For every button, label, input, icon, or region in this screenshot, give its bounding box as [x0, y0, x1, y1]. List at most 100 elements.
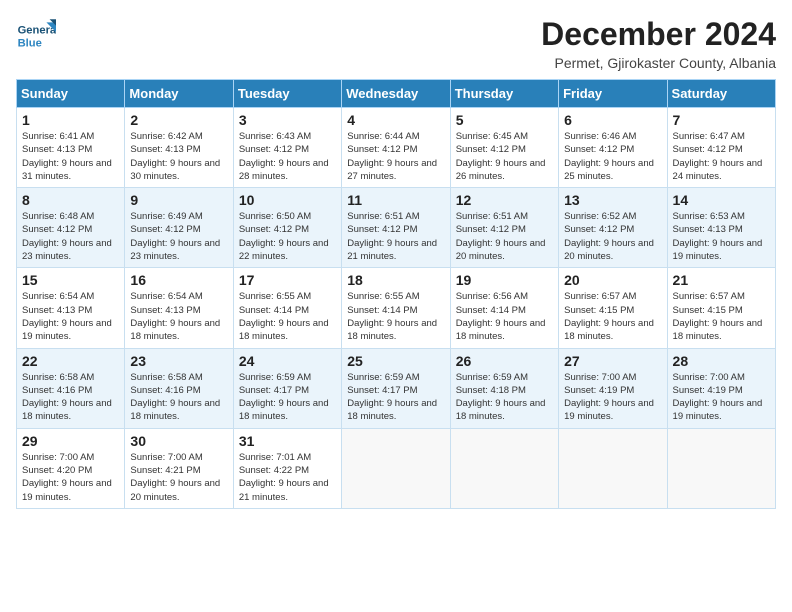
day-info: Sunrise: 6:58 AMSunset: 4:16 PMDaylight:… — [130, 372, 220, 423]
day-info: Sunrise: 6:59 AMSunset: 4:17 PMDaylight:… — [239, 372, 329, 423]
day-info: Sunrise: 6:46 AMSunset: 4:12 PMDaylight:… — [564, 131, 654, 182]
day-cell-10: 10 Sunrise: 6:50 AMSunset: 4:12 PMDaylig… — [233, 188, 341, 268]
day-info: Sunrise: 6:55 AMSunset: 4:14 PMDaylight:… — [347, 291, 437, 342]
day-cell-9: 9 Sunrise: 6:49 AMSunset: 4:12 PMDayligh… — [125, 188, 233, 268]
day-info: Sunrise: 7:01 AMSunset: 4:22 PMDaylight:… — [239, 452, 329, 503]
day-number: 21 — [673, 272, 770, 288]
day-number: 9 — [130, 192, 227, 208]
day-cell-21: 21 Sunrise: 6:57 AMSunset: 4:15 PMDaylig… — [667, 268, 775, 348]
day-info: Sunrise: 7:00 AMSunset: 4:21 PMDaylight:… — [130, 452, 220, 503]
day-info: Sunrise: 7:00 AMSunset: 4:19 PMDaylight:… — [564, 372, 654, 423]
day-info: Sunrise: 6:59 AMSunset: 4:17 PMDaylight:… — [347, 372, 437, 423]
day-number: 12 — [456, 192, 553, 208]
day-info: Sunrise: 6:41 AMSunset: 4:13 PMDaylight:… — [22, 131, 112, 182]
day-number: 2 — [130, 112, 227, 128]
day-info: Sunrise: 6:48 AMSunset: 4:12 PMDaylight:… — [22, 211, 112, 262]
empty-cell — [450, 428, 558, 508]
day-info: Sunrise: 7:00 AMSunset: 4:19 PMDaylight:… — [673, 372, 763, 423]
day-number: 4 — [347, 112, 444, 128]
day-cell-8: 8 Sunrise: 6:48 AMSunset: 4:12 PMDayligh… — [17, 188, 125, 268]
day-cell-7: 7 Sunrise: 6:47 AMSunset: 4:12 PMDayligh… — [667, 108, 775, 188]
day-info: Sunrise: 6:57 AMSunset: 4:15 PMDaylight:… — [673, 291, 763, 342]
day-info: Sunrise: 6:47 AMSunset: 4:12 PMDaylight:… — [673, 131, 763, 182]
day-cell-30: 30 Sunrise: 7:00 AMSunset: 4:21 PMDaylig… — [125, 428, 233, 508]
col-wednesday: Wednesday — [342, 80, 450, 108]
day-cell-3: 3 Sunrise: 6:43 AMSunset: 4:12 PMDayligh… — [233, 108, 341, 188]
day-info: Sunrise: 6:53 AMSunset: 4:13 PMDaylight:… — [673, 211, 763, 262]
day-number: 27 — [564, 353, 661, 369]
day-info: Sunrise: 6:52 AMSunset: 4:12 PMDaylight:… — [564, 211, 654, 262]
logo: General Blue — [16, 16, 60, 56]
day-info: Sunrise: 6:51 AMSunset: 4:12 PMDaylight:… — [456, 211, 546, 262]
empty-cell — [667, 428, 775, 508]
day-cell-12: 12 Sunrise: 6:51 AMSunset: 4:12 PMDaylig… — [450, 188, 558, 268]
svg-text:Blue: Blue — [18, 37, 42, 49]
day-cell-1: 1 Sunrise: 6:41 AMSunset: 4:13 PMDayligh… — [17, 108, 125, 188]
day-info: Sunrise: 6:43 AMSunset: 4:12 PMDaylight:… — [239, 131, 329, 182]
day-cell-16: 16 Sunrise: 6:54 AMSunset: 4:13 PMDaylig… — [125, 268, 233, 348]
day-info: Sunrise: 6:50 AMSunset: 4:12 PMDaylight:… — [239, 211, 329, 262]
title-block: December 2024 Permet, Gjirokaster County… — [541, 16, 776, 71]
day-number: 7 — [673, 112, 770, 128]
day-info: Sunrise: 6:44 AMSunset: 4:12 PMDaylight:… — [347, 131, 437, 182]
day-number: 18 — [347, 272, 444, 288]
day-cell-19: 19 Sunrise: 6:56 AMSunset: 4:14 PMDaylig… — [450, 268, 558, 348]
day-info: Sunrise: 6:45 AMSunset: 4:12 PMDaylight:… — [456, 131, 546, 182]
day-cell-2: 2 Sunrise: 6:42 AMSunset: 4:13 PMDayligh… — [125, 108, 233, 188]
day-number: 10 — [239, 192, 336, 208]
page-header: General Blue December 2024 Permet, Gjiro… — [16, 16, 776, 71]
day-cell-31: 31 Sunrise: 7:01 AMSunset: 4:22 PMDaylig… — [233, 428, 341, 508]
day-cell-22: 22 Sunrise: 6:58 AMSunset: 4:16 PMDaylig… — [17, 348, 125, 428]
day-number: 20 — [564, 272, 661, 288]
col-friday: Friday — [559, 80, 667, 108]
day-cell-18: 18 Sunrise: 6:55 AMSunset: 4:14 PMDaylig… — [342, 268, 450, 348]
day-cell-15: 15 Sunrise: 6:54 AMSunset: 4:13 PMDaylig… — [17, 268, 125, 348]
day-number: 29 — [22, 433, 119, 449]
day-info: Sunrise: 7:00 AMSunset: 4:20 PMDaylight:… — [22, 452, 112, 503]
day-cell-25: 25 Sunrise: 6:59 AMSunset: 4:17 PMDaylig… — [342, 348, 450, 428]
day-cell-4: 4 Sunrise: 6:44 AMSunset: 4:12 PMDayligh… — [342, 108, 450, 188]
col-thursday: Thursday — [450, 80, 558, 108]
col-monday: Monday — [125, 80, 233, 108]
day-info: Sunrise: 6:58 AMSunset: 4:16 PMDaylight:… — [22, 372, 112, 423]
day-number: 31 — [239, 433, 336, 449]
day-cell-6: 6 Sunrise: 6:46 AMSunset: 4:12 PMDayligh… — [559, 108, 667, 188]
day-cell-26: 26 Sunrise: 6:59 AMSunset: 4:18 PMDaylig… — [450, 348, 558, 428]
day-number: 3 — [239, 112, 336, 128]
day-number: 25 — [347, 353, 444, 369]
day-cell-23: 23 Sunrise: 6:58 AMSunset: 4:16 PMDaylig… — [125, 348, 233, 428]
day-cell-11: 11 Sunrise: 6:51 AMSunset: 4:12 PMDaylig… — [342, 188, 450, 268]
day-info: Sunrise: 6:42 AMSunset: 4:13 PMDaylight:… — [130, 131, 220, 182]
day-number: 17 — [239, 272, 336, 288]
empty-cell — [559, 428, 667, 508]
col-sunday: Sunday — [17, 80, 125, 108]
day-cell-5: 5 Sunrise: 6:45 AMSunset: 4:12 PMDayligh… — [450, 108, 558, 188]
week-row-4: 22 Sunrise: 6:58 AMSunset: 4:16 PMDaylig… — [17, 348, 776, 428]
empty-cell — [342, 428, 450, 508]
day-number: 16 — [130, 272, 227, 288]
day-number: 8 — [22, 192, 119, 208]
day-cell-17: 17 Sunrise: 6:55 AMSunset: 4:14 PMDaylig… — [233, 268, 341, 348]
day-number: 23 — [130, 353, 227, 369]
day-cell-24: 24 Sunrise: 6:59 AMSunset: 4:17 PMDaylig… — [233, 348, 341, 428]
day-number: 24 — [239, 353, 336, 369]
day-info: Sunrise: 6:51 AMSunset: 4:12 PMDaylight:… — [347, 211, 437, 262]
week-row-1: 1 Sunrise: 6:41 AMSunset: 4:13 PMDayligh… — [17, 108, 776, 188]
day-number: 6 — [564, 112, 661, 128]
header-row: Sunday Monday Tuesday Wednesday Thursday… — [17, 80, 776, 108]
day-info: Sunrise: 6:56 AMSunset: 4:14 PMDaylight:… — [456, 291, 546, 342]
day-info: Sunrise: 6:59 AMSunset: 4:18 PMDaylight:… — [456, 372, 546, 423]
logo-icon: General Blue — [16, 16, 56, 56]
day-number: 14 — [673, 192, 770, 208]
day-info: Sunrise: 6:54 AMSunset: 4:13 PMDaylight:… — [22, 291, 112, 342]
day-number: 13 — [564, 192, 661, 208]
day-cell-28: 28 Sunrise: 7:00 AMSunset: 4:19 PMDaylig… — [667, 348, 775, 428]
day-number: 19 — [456, 272, 553, 288]
week-row-2: 8 Sunrise: 6:48 AMSunset: 4:12 PMDayligh… — [17, 188, 776, 268]
day-info: Sunrise: 6:57 AMSunset: 4:15 PMDaylight:… — [564, 291, 654, 342]
day-number: 1 — [22, 112, 119, 128]
week-row-5: 29 Sunrise: 7:00 AMSunset: 4:20 PMDaylig… — [17, 428, 776, 508]
day-info: Sunrise: 6:49 AMSunset: 4:12 PMDaylight:… — [130, 211, 220, 262]
day-number: 28 — [673, 353, 770, 369]
col-saturday: Saturday — [667, 80, 775, 108]
